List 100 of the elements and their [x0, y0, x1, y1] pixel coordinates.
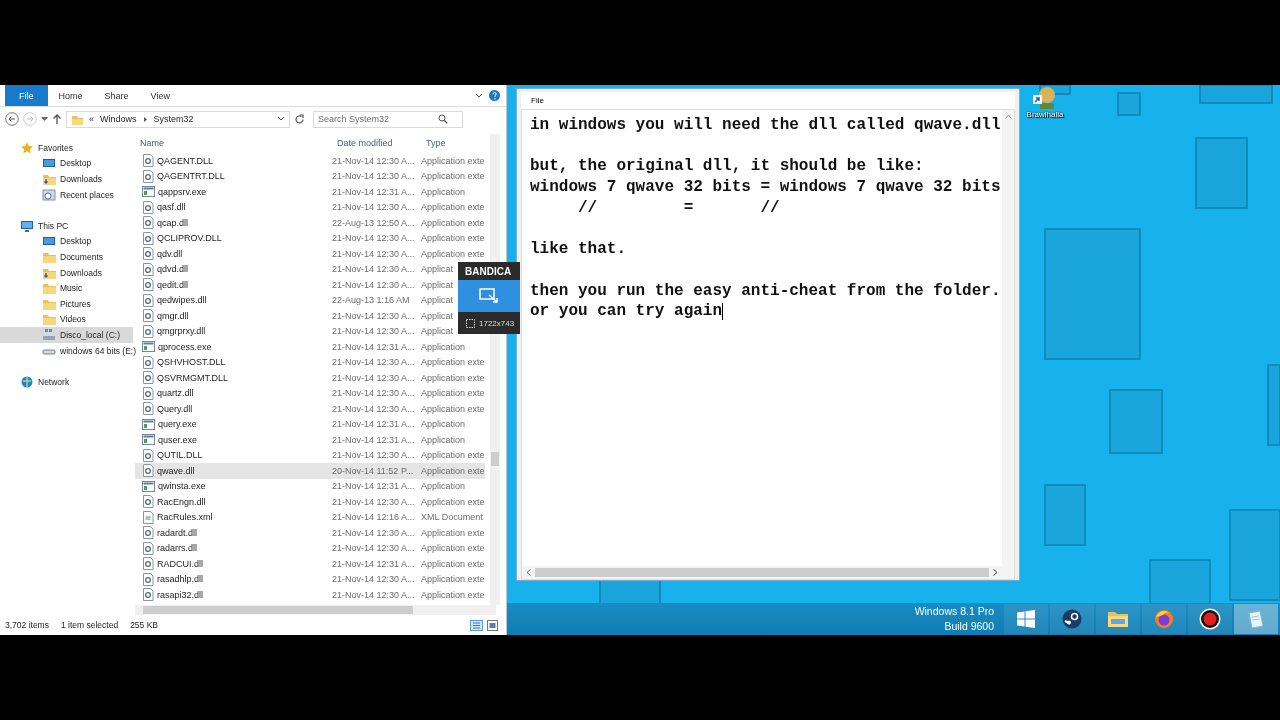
file-row[interactable]: qedwipes.dll 22-Aug-13 1:16 AM Applicat	[135, 292, 454, 308]
window-file-icon	[142, 480, 155, 492]
capture-size: 1722x743	[479, 318, 515, 328]
file-row[interactable]: QCLIPROV.DLL 21-Nov-14 12:30 A... Application exte	[135, 230, 485, 246]
tiles-view-icon[interactable]	[487, 619, 498, 631]
sidebar-item[interactable]: Disco_local (C:)	[0, 327, 133, 343]
path-segment[interactable]: Windows	[100, 114, 137, 124]
search-box[interactable]: Search System32	[313, 110, 463, 128]
ribbon-tab[interactable]: File	[5, 85, 48, 106]
ribbon-tab[interactable]: Share	[93, 85, 140, 106]
dropdown-icon[interactable]	[41, 116, 48, 122]
file-row[interactable]: QAGENT.DLL 21-Nov-14 12:30 A... Application exte	[135, 153, 485, 169]
gear-file-icon	[142, 231, 154, 245]
back-icon[interactable]	[5, 112, 19, 126]
taskbar-button[interactable]	[1188, 604, 1232, 634]
sidebar-item[interactable]: Downloads	[0, 264, 133, 281]
dropdown-icon[interactable]	[277, 116, 285, 122]
text-line: or you can try again	[530, 301, 723, 322]
text-area[interactable]	[521, 109, 1015, 580]
file-row[interactable]: qdvd.dll 21-Nov-14 12:30 A... Applicat	[135, 261, 454, 277]
date-modified: 21-Nov-14 12:30 A...	[332, 388, 415, 399]
file-type: Application exte	[421, 574, 485, 585]
file-type: Application exte	[421, 543, 485, 554]
file-row[interactable]: qasf.dll 21-Nov-14 12:30 A... Application exte	[135, 199, 485, 215]
file-row[interactable]: radardt.dll 21-Nov-14 12:30 A... Application exte	[135, 525, 485, 541]
file-row[interactable]: radarrs.dll 21-Nov-14 12:30 A... Application exte	[135, 540, 485, 556]
file-type: Applicat	[421, 279, 454, 290]
file-type: Application exte	[421, 388, 485, 399]
gear-file-icon	[142, 495, 154, 509]
resize-icon	[479, 288, 499, 304]
column-header[interactable]: Name	[135, 137, 164, 148]
file-row[interactable]: QUTIL.DLL 21-Nov-14 12:30 A... Application exte	[135, 447, 485, 463]
file-name: QUTIL.DLL	[157, 450, 203, 461]
date-modified: 21-Nov-14 12:16 A...	[332, 512, 415, 523]
file-type: Application	[421, 186, 466, 197]
file-row[interactable]: QSHVHOST.DLL 21-Nov-14 12:30 A... Application exte	[135, 354, 485, 370]
file-row[interactable]: RacEngn.dll 21-Nov-14 12:30 A... Application exte	[135, 494, 485, 510]
record-icon	[1199, 608, 1221, 630]
scrollbar[interactable]	[135, 605, 496, 615]
sidebar-item[interactable]: Downloads	[0, 171, 133, 187]
chevron-icon	[142, 115, 148, 123]
chevron-icon[interactable]	[475, 92, 483, 99]
sidebar-item[interactable]: Desktop	[0, 233, 133, 250]
file-name: QAGENT.DLL	[157, 155, 214, 166]
file-row[interactable]: qmgrprxy.dll 21-Nov-14 12:30 A... Applicat	[135, 323, 454, 339]
file-row[interactable]: rasadhlp.dll 21-Nov-14 12:30 A... Application exte	[135, 571, 485, 587]
sidebar-item[interactable]: Network	[0, 373, 133, 390]
sidebar-item[interactable]: Documents	[0, 249, 133, 265]
file-row[interactable]: qcap.dll 22-Aug-13 12:50 A... Application exte	[135, 215, 485, 231]
sidebar-item[interactable]: Desktop	[0, 155, 133, 172]
file-row[interactable]: qappsrv.exe 21-Nov-14 12:31 A... Application	[135, 184, 466, 200]
app-icon[interactable]	[1032, 85, 1058, 109]
file-row[interactable]: RacRules.xml 21-Nov-14 12:16 A... XML Document	[135, 509, 483, 525]
gear-file-icon	[142, 309, 154, 323]
column-header[interactable]: Date modified	[332, 137, 393, 148]
file-row[interactable]: qedit.dll 21-Nov-14 12:30 A... Applicat	[135, 277, 454, 293]
path-segment[interactable]: System32	[153, 114, 194, 124]
file-row[interactable]: qdv.dll 21-Nov-14 12:30 A... Application exte	[135, 246, 485, 262]
path-overflow[interactable]: «	[89, 114, 94, 124]
sidebar-item[interactable]: Music	[0, 280, 133, 296]
sidebar-item[interactable]: Videos	[0, 311, 133, 328]
gear-file-icon	[142, 526, 154, 540]
screen-mode-button[interactable]	[458, 280, 520, 312]
file-type: Applicat	[421, 264, 454, 275]
file-row[interactable]: query.exe 21-Nov-14 12:31 A... Application	[135, 416, 466, 432]
text-line: but, the original dll, it should be like:	[530, 156, 924, 178]
date-modified: 22-Aug-13 12:50 A...	[332, 217, 415, 228]
file-row[interactable]: qwave.dll 20-Nov-14 11:52 P... Application exte	[135, 463, 485, 479]
sidebar-item[interactable]: Favorites	[0, 140, 133, 156]
file-row[interactable]: Query.dll 21-Nov-14 12:30 A... Application exte	[135, 401, 485, 417]
file-name: Query.dll	[157, 403, 193, 414]
file-row[interactable]: QSVRMGMT.DLL 21-Nov-14 12:30 A... Application exte	[135, 370, 485, 386]
file-row[interactable]: qprocess.exe 21-Nov-14 12:31 A... Application	[135, 339, 466, 355]
file-name: qdv.dll	[157, 248, 183, 259]
sidebar-item[interactable]: Pictures	[0, 295, 133, 312]
file-row[interactable]: QAGENTRT.DLL 21-Nov-14 12:30 A... Application exte	[135, 168, 485, 184]
ribbon-tab[interactable]: Home	[47, 85, 94, 106]
file-row[interactable]: qmgr.dll 21-Nov-14 12:30 A... Applicat	[135, 308, 454, 324]
file-row[interactable]: RADCUI.dll 21-Nov-14 12:31 A... Application exte	[135, 556, 485, 572]
fox-browser-icon	[1154, 609, 1174, 629]
computer-icon	[20, 218, 34, 233]
help-icon[interactable]	[489, 90, 500, 101]
file-row[interactable]: rasapi32.dll 21-Nov-14 12:30 A... Application exte	[135, 587, 485, 603]
gear-file-icon	[142, 262, 154, 276]
ribbon-tab[interactable]: View	[139, 85, 181, 106]
file-row[interactable]: quartz.dll 21-Nov-14 12:30 A... Application exte	[135, 385, 485, 401]
taskbar-button[interactable]	[1050, 604, 1094, 634]
menu-item[interactable]: File	[529, 95, 546, 106]
address-bar[interactable]: « Windows System32	[66, 110, 290, 128]
column-header[interactable]: Type	[421, 137, 446, 148]
file-row[interactable]: qwinsta.exe 21-Nov-14 12:31 A... Application	[135, 478, 466, 494]
sidebar-item[interactable]: Recent places	[0, 186, 133, 203]
gear-file-icon	[142, 557, 154, 571]
sidebar-item[interactable]: This PC	[0, 217, 133, 234]
refresh-icon[interactable]	[294, 113, 305, 125]
file-row[interactable]: quser.exe 21-Nov-14 12:31 A... Application	[135, 432, 466, 448]
up-arrow-icon[interactable]	[52, 113, 62, 125]
details-view-icon[interactable]	[470, 619, 483, 631]
gear-file-icon	[142, 572, 154, 586]
recorder-title: BANDICA	[465, 265, 512, 277]
